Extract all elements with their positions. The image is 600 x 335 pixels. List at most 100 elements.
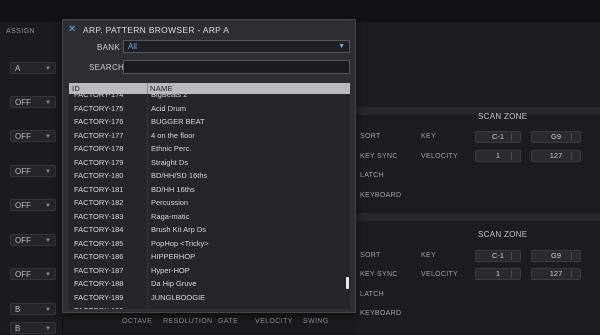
dropdown-arrow-icon: ▼ — [338, 43, 345, 50]
dropdown-arrow-icon: ▼ — [45, 272, 51, 278]
assign-select[interactable]: OFF ▼ — [10, 165, 56, 177]
pattern-name: Hyper-HOP — [151, 265, 190, 275]
pattern-name: BUGGER BEAT — [151, 117, 205, 126]
id-column-header[interactable]: ID — [72, 84, 80, 93]
assign-select-value: OFF — [15, 167, 31, 176]
key-low-value: C-1 — [491, 251, 505, 260]
velocity-low-field[interactable]: 1 — [475, 150, 521, 162]
dropdown-arrow-icon: ▼ — [45, 134, 51, 140]
table-row[interactable]: FACTORY-178 Ethnic Perc. — [69, 142, 345, 156]
latch-label[interactable]: LATCH — [360, 291, 384, 298]
close-icon[interactable]: ✕ — [68, 25, 78, 35]
assign-select[interactable]: OFF ▼ — [10, 96, 56, 108]
key-high-value: G9 — [550, 132, 561, 141]
table-row[interactable]: FACTORY-183 Raga-matic — [69, 210, 345, 224]
assign-select-value: B — [15, 324, 21, 333]
pattern-id: FACTORY-189 — [74, 292, 124, 302]
pattern-name: Da Hip Gruve — [151, 279, 197, 288]
table-row[interactable]: FACTORY-186 HIPPERHOP — [69, 250, 345, 264]
arp-pattern-browser-dialog: ✕ ARP. PATTERN BROWSER - ARP A BANK All … — [62, 19, 356, 313]
velocity-label: VELOCITY — [255, 318, 293, 325]
velocity-high-field[interactable]: 127 — [531, 150, 581, 162]
bank-value: All — [128, 42, 137, 51]
key-low-field[interactable]: C-1 — [475, 131, 521, 143]
pattern-name: HIPPERHOP — [151, 252, 196, 261]
key-label: KEY — [421, 252, 436, 259]
pattern-id: FACTORY-185 — [74, 238, 124, 248]
assign-select[interactable]: B ▼ — [10, 322, 56, 334]
pattern-id: FACTORY-180 — [74, 171, 124, 180]
table-row[interactable]: FACTORY-185 PopHop <Tricky> — [69, 237, 345, 251]
pattern-id: FACTORY-176 — [74, 117, 124, 126]
scan-zone-title: SCAN ZONE — [478, 230, 528, 239]
table-row[interactable]: FACTORY-189 JUNGLBOOGIE — [69, 291, 345, 305]
spin-icon[interactable] — [511, 152, 518, 160]
table-row[interactable]: FACTORY-184 Brush Kit Arp Ds — [69, 223, 345, 237]
table-row[interactable]: FACTORY-181 BD/HH 16ths — [69, 183, 345, 197]
table-row[interactable]: FACTORY-180 BD/HH/SD 16ths — [69, 169, 345, 183]
table-row[interactable]: FACTORY-177 4 on the floor — [69, 129, 345, 143]
key-high-value: G9 — [550, 251, 561, 260]
assign-select-value: OFF — [15, 270, 31, 279]
dropdown-arrow-icon: ▼ — [45, 307, 51, 313]
pattern-name: 4 on the floor — [151, 130, 195, 140]
sort-label[interactable]: SORT — [360, 252, 381, 259]
assign-select[interactable]: A ▼ — [10, 62, 56, 74]
key-high-field[interactable]: G9 — [531, 131, 581, 143]
bank-select[interactable]: All ▼ — [123, 40, 350, 53]
assign-select[interactable]: OFF ▼ — [10, 130, 56, 142]
velocity-low-field[interactable]: 1 — [475, 268, 521, 280]
sort-label[interactable]: SORT — [360, 133, 381, 140]
keyboard-label[interactable]: KEYBOARD — [360, 192, 401, 199]
keyboard-label[interactable]: KEYBOARD — [360, 310, 401, 317]
table-row[interactable]: FACTORY-182 Percussion — [69, 196, 345, 210]
pattern-id: FACTORY-190 — [74, 304, 123, 309]
pattern-id: FACTORY-177 — [74, 130, 124, 140]
spin-icon[interactable] — [571, 252, 578, 260]
pattern-table: FACTORY-174 BigBeats 2 FACTORY-175 Acid Dru… — [69, 83, 350, 309]
name-column-header[interactable]: NAME — [150, 84, 173, 93]
swing-label: SWING — [303, 318, 329, 325]
section-band — [356, 213, 600, 221]
pattern-name: Straight Ds — [151, 157, 189, 167]
velocity-high-field[interactable]: 127 — [531, 268, 581, 280]
pattern-name: Brush Kit Arp Ds — [151, 225, 207, 234]
dialog-title: ARP. PATTERN BROWSER - ARP A — [83, 25, 230, 35]
key-sync-label[interactable]: KEY SYNC — [360, 271, 398, 278]
spin-icon[interactable] — [511, 133, 518, 141]
spin-icon[interactable] — [511, 252, 518, 260]
resolution-label: RESOLUTION — [163, 318, 213, 325]
table-row[interactable]: FACTORY-176 BUGGER BEAT — [69, 115, 345, 129]
scrollbar-thumb[interactable] — [346, 277, 349, 289]
assign-select-value: OFF — [15, 236, 31, 245]
spin-icon[interactable] — [511, 270, 518, 278]
assign-select[interactable]: OFF ▼ — [10, 234, 56, 246]
velocity-label: VELOCITY — [421, 153, 459, 160]
spin-icon[interactable] — [571, 152, 578, 160]
table-row[interactable]: FACTORY-179 Straight Ds — [69, 156, 345, 170]
key-low-field[interactable]: C-1 — [475, 250, 521, 262]
table-row[interactable]: FACTORY-188 Da Hip Gruve — [69, 277, 345, 291]
assign-select[interactable]: B ▼ — [10, 303, 56, 315]
pattern-name: BD/HH/SD 16ths — [151, 171, 208, 180]
assign-select-value: B — [15, 305, 21, 314]
key-high-field[interactable]: G9 — [531, 250, 581, 262]
search-input[interactable] — [123, 60, 350, 74]
latch-label[interactable]: LATCH — [360, 172, 384, 179]
assign-select[interactable]: OFF ▼ — [10, 199, 56, 211]
pattern-rows: FACTORY-174 BigBeats 2 FACTORY-175 Acid Dru… — [69, 88, 345, 309]
header-divider — [147, 83, 148, 94]
pattern-id: FACTORY-188 — [74, 279, 124, 288]
assign-select[interactable]: OFF ▼ — [10, 268, 56, 280]
table-row[interactable]: FACTORY-190 — [69, 304, 345, 309]
column-divider — [147, 94, 148, 309]
table-row[interactable]: FACTORY-175 Acid Drum — [69, 102, 345, 116]
key-sync-label[interactable]: KEY SYNC — [360, 153, 398, 160]
table-row[interactable]: FACTORY-187 Hyper-HOP — [69, 264, 345, 278]
dropdown-arrow-icon: ▼ — [45, 203, 51, 209]
pattern-id: FACTORY-187 — [74, 265, 124, 275]
assign-select-value: OFF — [15, 132, 31, 141]
spin-icon[interactable] — [571, 133, 578, 141]
spin-icon[interactable] — [571, 270, 578, 278]
pattern-id: FACTORY-178 — [74, 144, 124, 153]
